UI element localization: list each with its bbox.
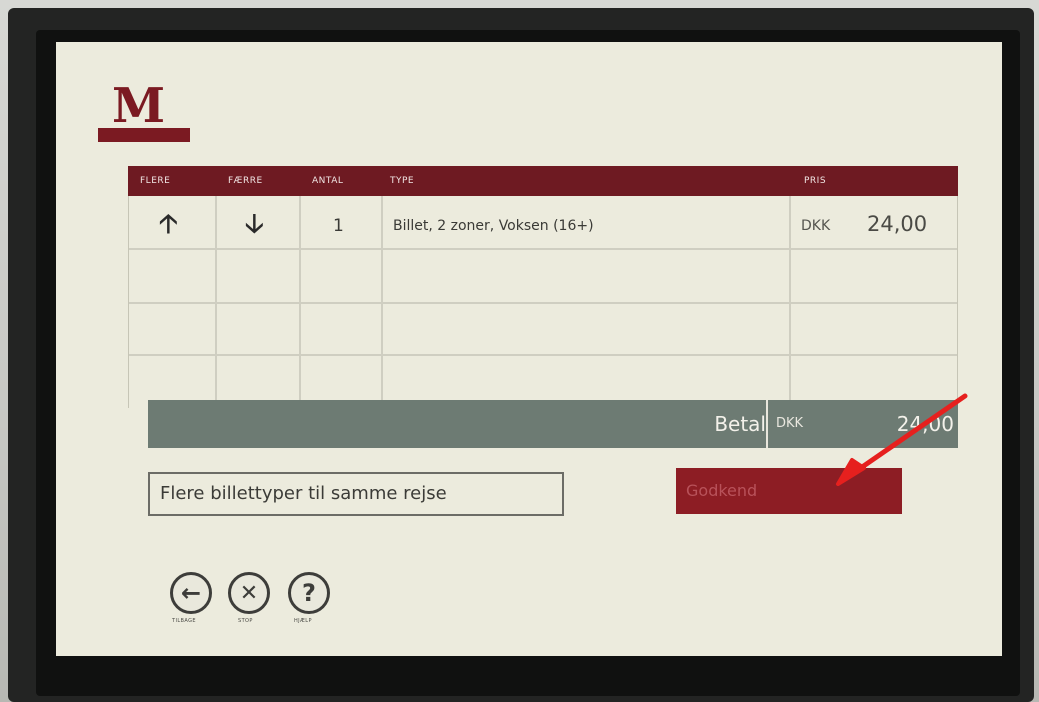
back-arrow-icon[interactable]: ←: [170, 572, 212, 614]
close-icon[interactable]: ✕: [228, 572, 270, 614]
total-bar: Betal DKK 24,00: [148, 400, 958, 448]
logo-underbar: [98, 128, 190, 142]
total-currency: DKK: [776, 416, 804, 431]
ticket-price: 24,00: [867, 212, 928, 236]
column-divider: [299, 196, 301, 408]
column-header-pris: Pris: [804, 176, 827, 186]
column-divider: [789, 196, 791, 408]
table-header: Flere Færre Antal Type Pris: [128, 166, 958, 196]
ticket-type: Billet, 2 zoner, Voksen (16+): [393, 218, 594, 234]
multiple-ticket-types-button[interactable]: Flere billettyper til samme rejse: [148, 472, 564, 516]
help-icon[interactable]: ?: [288, 572, 330, 614]
help-label: Hjælp: [294, 618, 312, 624]
kiosk-screen: M Flere Færre Antal Type Pris 🡡 🡣 1 Bill…: [56, 42, 1002, 656]
ticket-table: Flere Færre Antal Type Pris 🡡 🡣 1 Billet…: [128, 166, 958, 408]
metro-logo: M: [98, 82, 190, 142]
total-separator: [766, 400, 768, 448]
approve-button[interactable]: Godkend: [676, 468, 902, 514]
column-header-flere: Flere: [140, 176, 171, 186]
multiple-ticket-types-label: Flere billettyper til samme rejse: [160, 483, 447, 504]
logo-letter: M: [112, 78, 165, 134]
table-body: 🡡 🡣 1 Billet, 2 zoner, Voksen (16+) DKK …: [128, 196, 958, 408]
row-divider: [129, 302, 957, 304]
arrow-up-icon[interactable]: 🡡: [159, 210, 178, 238]
column-header-faerre: Færre: [228, 176, 263, 186]
approve-button-label: Godkend: [686, 481, 758, 500]
total-amount: 24,00: [896, 412, 954, 436]
column-header-antal: Antal: [312, 176, 344, 186]
row-divider: [129, 248, 957, 250]
back-label: Tilbage: [172, 618, 196, 624]
column-divider: [215, 196, 217, 408]
column-divider: [381, 196, 383, 408]
ticket-quantity: 1: [333, 216, 344, 236]
column-header-type: Type: [390, 176, 415, 186]
total-label: Betal: [714, 412, 766, 436]
arrow-down-icon[interactable]: 🡣: [245, 210, 264, 238]
stop-label: Stop: [238, 618, 253, 624]
row-divider: [129, 354, 957, 356]
ticket-price-currency: DKK: [801, 218, 831, 234]
